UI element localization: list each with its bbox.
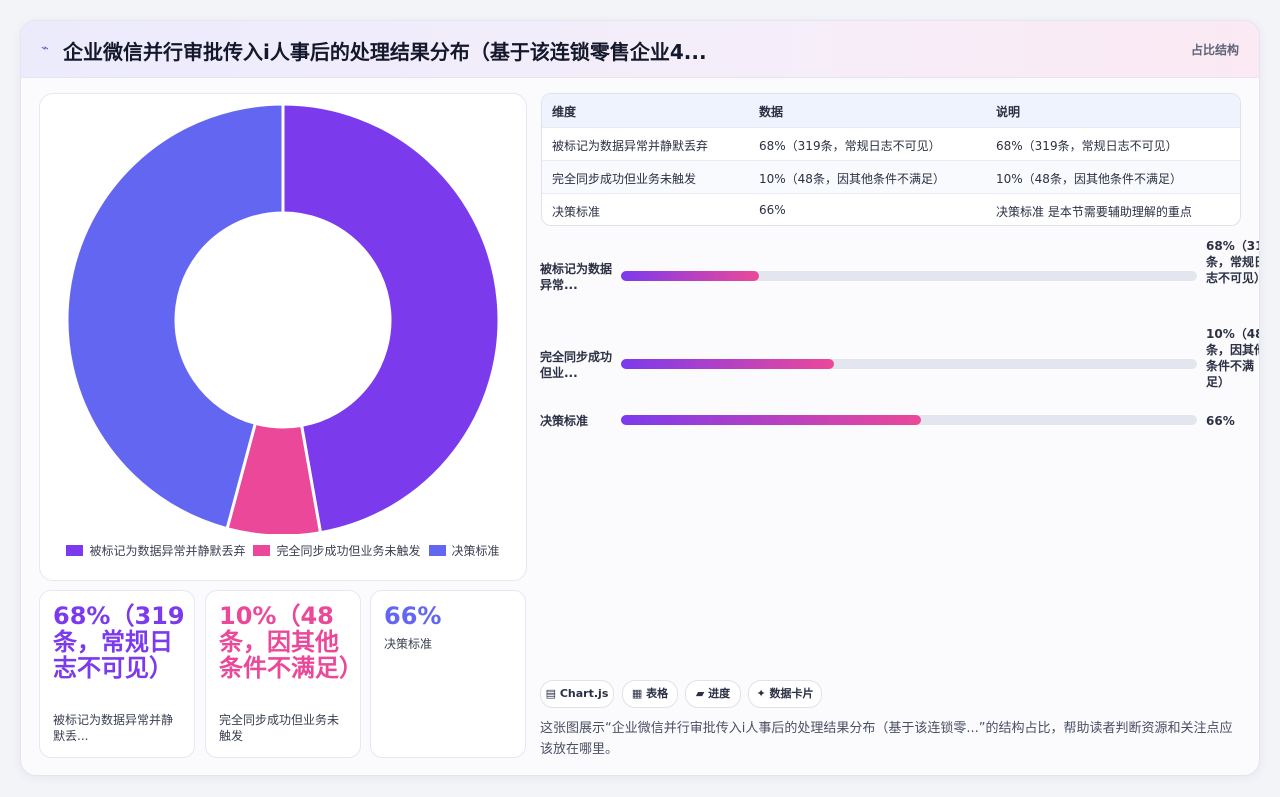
stat-label: 完全同步成功但业务未触发 <box>219 713 340 743</box>
table-cell: 决策标准 <box>552 205 601 219</box>
table-cell: 68%（319条，常规日志不可见） <box>759 139 941 153</box>
chip-chartjs[interactable]: ▤ Chart.js <box>540 680 614 708</box>
table-cell: 完全同步成功但业务未触发 <box>552 172 697 186</box>
table-row: 被标记为数据异常并静默丢弃 68%（319条，常规日志不可见） 68%（319条… <box>542 127 1240 161</box>
table-cell: 10%（48条，因其他条件不满足） <box>759 172 945 186</box>
stat-label: 决策标准 <box>384 637 433 651</box>
card-header: ⌁ 企业微信并行审批传入i人事后的处理结果分布（基于该连锁零售企业4... 占比… <box>21 21 1259 78</box>
stat-value: 68%（319条，常规日志不可见） <box>53 602 185 682</box>
progress-value: 10%（48条，因其他条件不满足） <box>1206 327 1260 389</box>
chip-label: 表格 <box>646 687 669 700</box>
chart-icon: ▤ <box>545 687 557 700</box>
page-title: 企业微信并行审批传入i人事后的处理结果分布（基于该连锁零售企业4... <box>63 40 707 64</box>
table-cell: 决策标准 是本节需要辅助理解的重点 <box>996 205 1192 219</box>
stat-value: 10%（48条，因其他条件不满足） <box>219 602 363 682</box>
table-cell: 68%（319条，常规日志不可见） <box>996 139 1178 153</box>
chip-label: 进度 <box>708 687 731 700</box>
stat-label: 被标记为数据异常并静默丢... <box>53 713 174 743</box>
chart-description: 这张图展示“企业微信并行审批传入i人事后的处理结果分布（基于该连锁零...”的结… <box>540 721 1233 757</box>
progress-value: 66% <box>1206 414 1235 428</box>
table-row: 决策标准 66% 决策标准 是本节需要辅助理解的重点 <box>542 193 1240 225</box>
chip-table[interactable]: ▦ 表格 <box>622 680 678 708</box>
chart-card: ⌁ 企业微信并行审批传入i人事后的处理结果分布（基于该连锁零售企业4... 占比… <box>20 20 1260 776</box>
table-header-cell: 维度 <box>552 105 577 119</box>
table-icon: ▦ <box>631 687 643 700</box>
progress-icon: ▰ <box>695 687 705 700</box>
progress-track <box>621 359 1197 369</box>
progress-value: 68%（319条，常规日志不可见） <box>1206 239 1259 285</box>
donut-chart <box>65 102 501 534</box>
stat-card-1: 68%（319条，常规日志不可见） 被标记为数据异常并静默丢... <box>39 590 195 758</box>
legend-item-3[interactable]: 决策标准 <box>428 542 500 559</box>
chart-legend: 被标记为数据异常并静默丢弃 完全同步成功但业务未触发 决策标准 <box>40 542 526 559</box>
chart-type-tag: 占比结构 <box>1190 43 1239 57</box>
progress-label: 被标记为数据异常... <box>540 262 613 292</box>
line-chart-icon: ⌁ <box>41 41 49 56</box>
table-header-row: 维度 数据 说明 <box>542 94 1240 127</box>
progress-fill <box>621 271 760 281</box>
progress-label: 完全同步成功但业... <box>540 350 613 380</box>
table-header-cell: 说明 <box>996 105 1021 119</box>
progress-label: 决策标准 <box>540 414 589 428</box>
legend-item-1[interactable]: 被标记为数据异常并静默丢弃 <box>66 542 245 559</box>
legend-label: 完全同步成功但业务未触发 <box>276 544 421 558</box>
chip-label: 数据卡片 <box>769 687 814 700</box>
stat-value: 66% <box>384 602 442 630</box>
progress-track <box>621 415 1197 425</box>
donut-slice-1[interactable] <box>281 102 501 534</box>
progress-track <box>621 271 1197 281</box>
legend-item-2[interactable]: 完全同步成功但业务未触发 <box>253 542 421 559</box>
chip-label: Chart.js <box>559 687 609 700</box>
table-cell: 10%（48条，因其他条件不满足） <box>996 172 1182 186</box>
table-header-cell: 数据 <box>759 105 784 119</box>
chip-progress[interactable]: ▰ 进度 <box>685 680 741 708</box>
legend-label: 决策标准 <box>451 544 500 558</box>
legend-swatch <box>253 545 271 556</box>
data-table: 维度 数据 说明 被标记为数据异常并静默丢弃 68%（319条，常规日志不可见）… <box>541 93 1241 226</box>
legend-swatch <box>66 545 84 556</box>
table-row: 完全同步成功但业务未触发 10%（48条，因其他条件不满足） 10%（48条，因… <box>542 160 1240 194</box>
stat-card-3: 66% 决策标准 <box>370 590 526 758</box>
progress-fill <box>621 359 835 369</box>
sparkle-icon: ✦ <box>756 687 766 700</box>
legend-swatch <box>428 545 446 556</box>
stat-card-2: 10%（48条，因其他条件不满足） 完全同步成功但业务未触发 <box>205 590 363 758</box>
progress-fill <box>621 415 921 425</box>
legend-label: 被标记为数据异常并静默丢弃 <box>89 544 246 558</box>
chip-data-card[interactable]: ✦ 数据卡片 <box>748 680 822 708</box>
table-cell: 被标记为数据异常并静默丢弃 <box>552 139 709 153</box>
table-cell: 66% <box>759 203 786 217</box>
donut-chart-panel: 被标记为数据异常并静默丢弃 完全同步成功但业务未触发 决策标准 <box>39 93 527 581</box>
